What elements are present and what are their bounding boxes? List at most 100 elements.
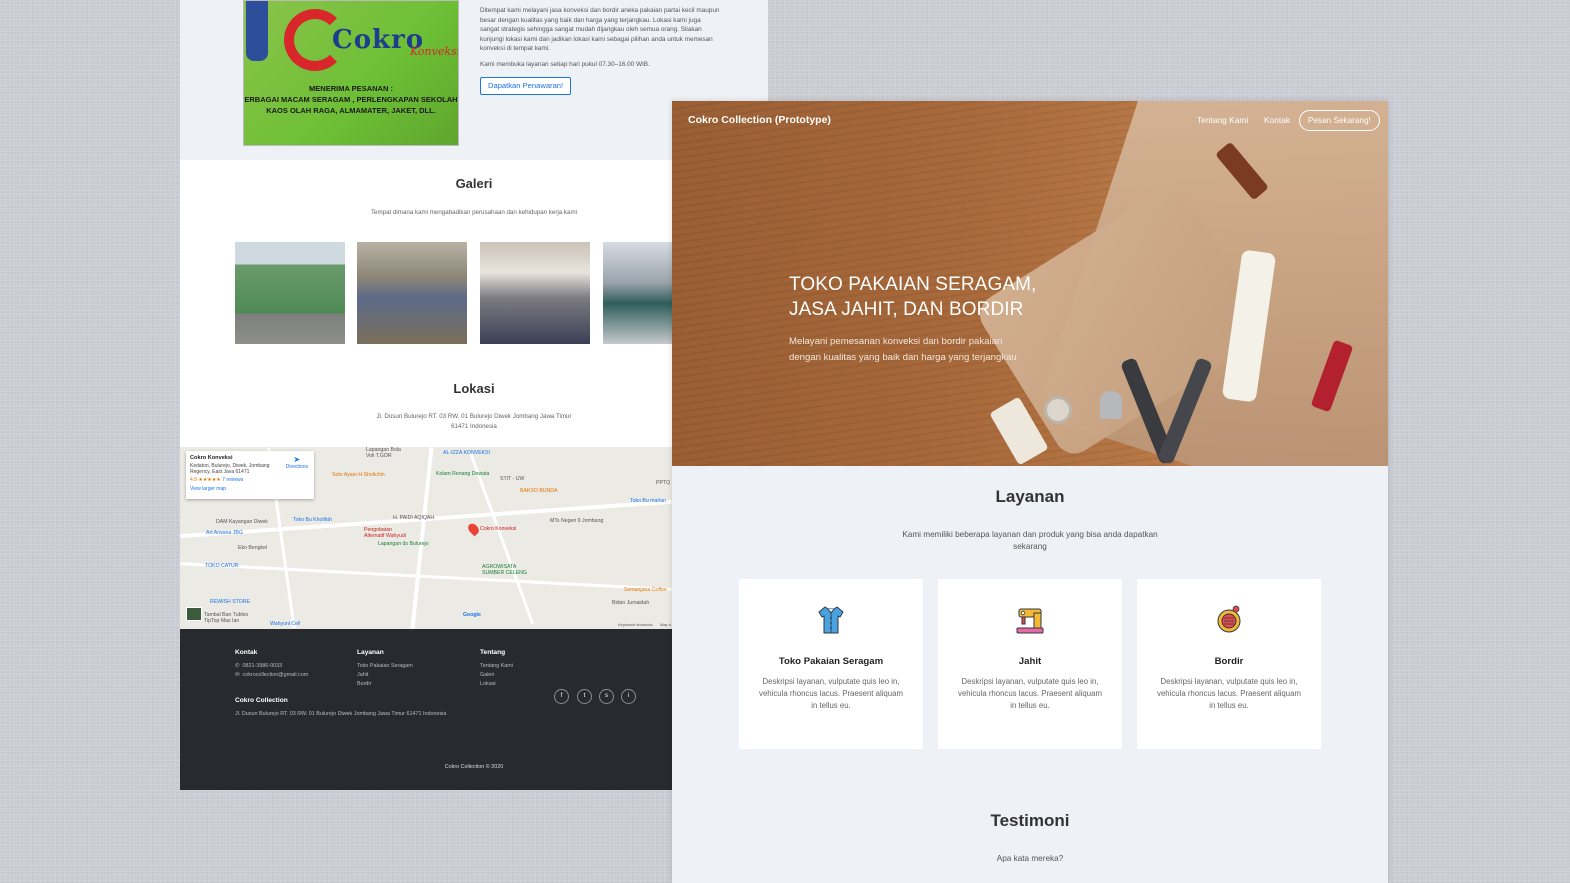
gallery-subtitle: Tempat dimana kami mengabadikan perusaha… bbox=[370, 209, 578, 216]
service-card-description: Deskripsi layanan, vulputate quis leo in… bbox=[1157, 677, 1301, 710]
embedded-map[interactable]: Cokro Konveksi Kedaton, Bulurejo, Diwek,… bbox=[180, 447, 672, 629]
service-card-title: Toko Pakaian Seragam bbox=[778, 656, 884, 667]
map-larger-link[interactable]: View larger map bbox=[190, 486, 310, 492]
sewing-button-image bbox=[1044, 396, 1072, 424]
map-label: Cokro Konveksi bbox=[480, 526, 517, 532]
shop-banner-image: Cokro Konveksi MENERIMA PESANAN : ERBAGA… bbox=[243, 0, 459, 146]
map-label: Toko Bu marlan bbox=[630, 498, 667, 504]
service-card-sewing[interactable]: Jahit Deskripsi layanan, vulputate quis … bbox=[938, 579, 1122, 749]
navbar-brand[interactable]: Cokro Collection (Prototype) bbox=[688, 114, 831, 126]
service-card-description: Deskripsi layanan, vulputate quis leo in… bbox=[759, 677, 903, 710]
services-subtitle: Kami memiliki beberapa layanan dan produ… bbox=[902, 530, 1158, 551]
gallery-strip bbox=[235, 242, 675, 344]
twitter-icon[interactable]: t bbox=[577, 689, 592, 704]
map-reviews-link[interactable]: 7 reviews bbox=[222, 477, 243, 483]
gallery-photo-embroidery-machine[interactable] bbox=[480, 242, 590, 344]
gallery-photo-signboard[interactable] bbox=[603, 242, 675, 344]
footer-email-address[interactable]: cokrocollection@gmail.com bbox=[243, 672, 309, 678]
shirt-icon bbox=[818, 606, 844, 634]
banner-figure bbox=[246, 1, 268, 61]
instagram-icon[interactable]: i bbox=[621, 689, 636, 704]
about-text: Ditempat kami melayani jasa konveksi dan… bbox=[480, 6, 720, 76]
sewing-machine-icon bbox=[1016, 608, 1044, 634]
banner-line: KAOS OLAH RAGA, ALMAMATER, JAKET, DLL. bbox=[266, 106, 436, 115]
whatsapp-icon: ✆ bbox=[235, 663, 240, 669]
map-label: STIT - UW bbox=[500, 476, 525, 482]
map-label: Lapangan ds Bulurejo bbox=[378, 541, 429, 547]
service-card-uniform[interactable]: Toko Pakaian Seragam Deskripsi layanan, … bbox=[739, 579, 923, 749]
footer-company-title: Cokro Collection bbox=[235, 697, 288, 704]
snapchat-icon[interactable]: s bbox=[599, 689, 614, 704]
footer-link-sewing[interactable]: Jahit bbox=[357, 672, 368, 678]
map-label: Toko Bu Kholifah bbox=[293, 517, 332, 523]
map-label: DAM Kayangan Diwek bbox=[216, 519, 268, 525]
nav-link-about[interactable]: Tentang Kami bbox=[1197, 115, 1248, 125]
thread-spool-icon bbox=[1217, 605, 1241, 633]
banner-line: MENERIMA PESANAN : bbox=[309, 84, 393, 93]
map-label: TOKO CATUR bbox=[205, 563, 239, 569]
footer-company-address: Jl. Dusun Bulurejo RT. 03 RW. 01 Bulurej… bbox=[235, 711, 447, 717]
footer-link-gallery[interactable]: Galeri bbox=[480, 672, 494, 678]
map-place-address: Kedaton, Bulurejo, Diwek, Jombang Regenc… bbox=[190, 463, 270, 475]
directions-icon: ➤ bbox=[293, 455, 301, 464]
footer-link-location[interactable]: Lokasi bbox=[480, 681, 496, 687]
right-page-mockup: Cokro Collection (Prototype) Tentang Kam… bbox=[672, 101, 1388, 883]
map-rating: 4.9 ★★★★★ bbox=[190, 477, 221, 483]
facebook-icon[interactable]: f bbox=[554, 689, 569, 704]
service-card-title: Bordir bbox=[1214, 656, 1244, 667]
hero-subtitle: Melayani pemesanan konveksi dan bordir p… bbox=[789, 336, 1017, 363]
hero-section: Cokro Collection (Prototype) Tentang Kam… bbox=[672, 101, 1388, 466]
services-title: Layanan bbox=[995, 487, 1065, 506]
about-paragraph: Ditempat kami melayani jasa konveksi dan… bbox=[480, 7, 720, 53]
footer-link-embroidery[interactable]: Bordir bbox=[357, 681, 371, 687]
banner-brand-sub: Konveksi bbox=[410, 45, 459, 58]
map-label: Wahyuni Cell bbox=[270, 621, 301, 627]
map-data-credit: Map d bbox=[660, 622, 672, 627]
location-address: Jl. Dusun Bulurejo RT. 03 RW. 01 Bulurej… bbox=[376, 413, 572, 430]
google-logo: Google bbox=[463, 612, 481, 618]
gallery-photo-building[interactable] bbox=[235, 242, 345, 344]
map-label: Pengobatan Alternatif Wahyudi bbox=[364, 527, 406, 539]
footer-phone: ✆ 0821-3986-0033 bbox=[235, 663, 282, 669]
footer-link-about[interactable]: Tentang Kami bbox=[480, 663, 513, 669]
map-label: Kolam Renang Dewata bbox=[436, 471, 490, 477]
map-road bbox=[180, 562, 672, 591]
map-label: REWISH STORE bbox=[210, 599, 250, 605]
service-card-embroidery[interactable]: Bordir Deskripsi layanan, vulputate quis… bbox=[1137, 579, 1321, 749]
map-label: BAKSO BUNDA bbox=[520, 488, 558, 494]
map-label: MTs Negeri 9 Jombang bbox=[550, 518, 604, 524]
map-label: Soto Ayam H.Sholichin bbox=[332, 472, 385, 478]
footer-link-uniform[interactable]: Toko Pakaian Seragam bbox=[357, 663, 413, 669]
site-footer: Kontak ✆ 0821-3986-0033 ✉ cokrocollectio… bbox=[180, 629, 672, 790]
order-now-button[interactable]: Pesan Sekarang! bbox=[1299, 110, 1380, 131]
footer-email: ✉ cokrocollection@gmail.com bbox=[235, 672, 308, 678]
map-pin-icon[interactable] bbox=[466, 521, 481, 537]
map-label: AGROWISATA SUMBER CELENG bbox=[482, 564, 527, 576]
map-directions-button[interactable]: ➤ Directions bbox=[286, 455, 308, 470]
map-label: Art Arwana JBG bbox=[206, 530, 243, 536]
map-label: Eko Bengkel bbox=[238, 545, 268, 551]
map-label: H. PAIDI AQIQAH bbox=[393, 515, 435, 521]
map-label: Tambal Ban Tubles TipTop Mas Ian bbox=[204, 612, 249, 624]
map-road bbox=[410, 447, 434, 629]
map-keyboard-shortcuts[interactable]: Keyboard shortcuts bbox=[618, 622, 652, 627]
gallery-photo-workshop[interactable] bbox=[357, 242, 467, 344]
footer-contact-title: Kontak bbox=[235, 649, 258, 656]
hero-title: TOKO PAKAIAN SERAGAM, JASA JAHIT, DAN BO… bbox=[789, 274, 1037, 320]
testimonials-title: Testimoni bbox=[990, 811, 1070, 830]
thimble-image bbox=[1100, 391, 1122, 419]
map-label: Semanjana Coffee bbox=[624, 587, 667, 593]
map-label: Lapangan Bola Voli T.GOR bbox=[366, 447, 401, 459]
map-satellite-toggle[interactable] bbox=[186, 607, 202, 621]
footer-phone-number: 0821-3986-0033 bbox=[242, 663, 283, 669]
get-offer-button[interactable]: Dapatkan Penawaran! bbox=[480, 77, 572, 95]
map-directions-label: Directions bbox=[285, 464, 308, 470]
opening-hours: Kami membuka layanan setiap hari pukul 0… bbox=[480, 60, 650, 68]
map-info-card: Cokro Konveksi Kedaton, Bulurejo, Diwek,… bbox=[186, 451, 314, 499]
mail-icon: ✉ bbox=[235, 672, 240, 678]
banner-text: MENERIMA PESANAN : ERBAGAI MACAM SERAGAM… bbox=[244, 83, 458, 116]
service-card-title: Jahit bbox=[1018, 656, 1042, 667]
map-label: AL-IZZA KONVEKSI bbox=[443, 450, 490, 456]
footer-about-title: Tentang bbox=[480, 649, 506, 656]
nav-link-contact[interactable]: Kontak bbox=[1264, 115, 1290, 125]
